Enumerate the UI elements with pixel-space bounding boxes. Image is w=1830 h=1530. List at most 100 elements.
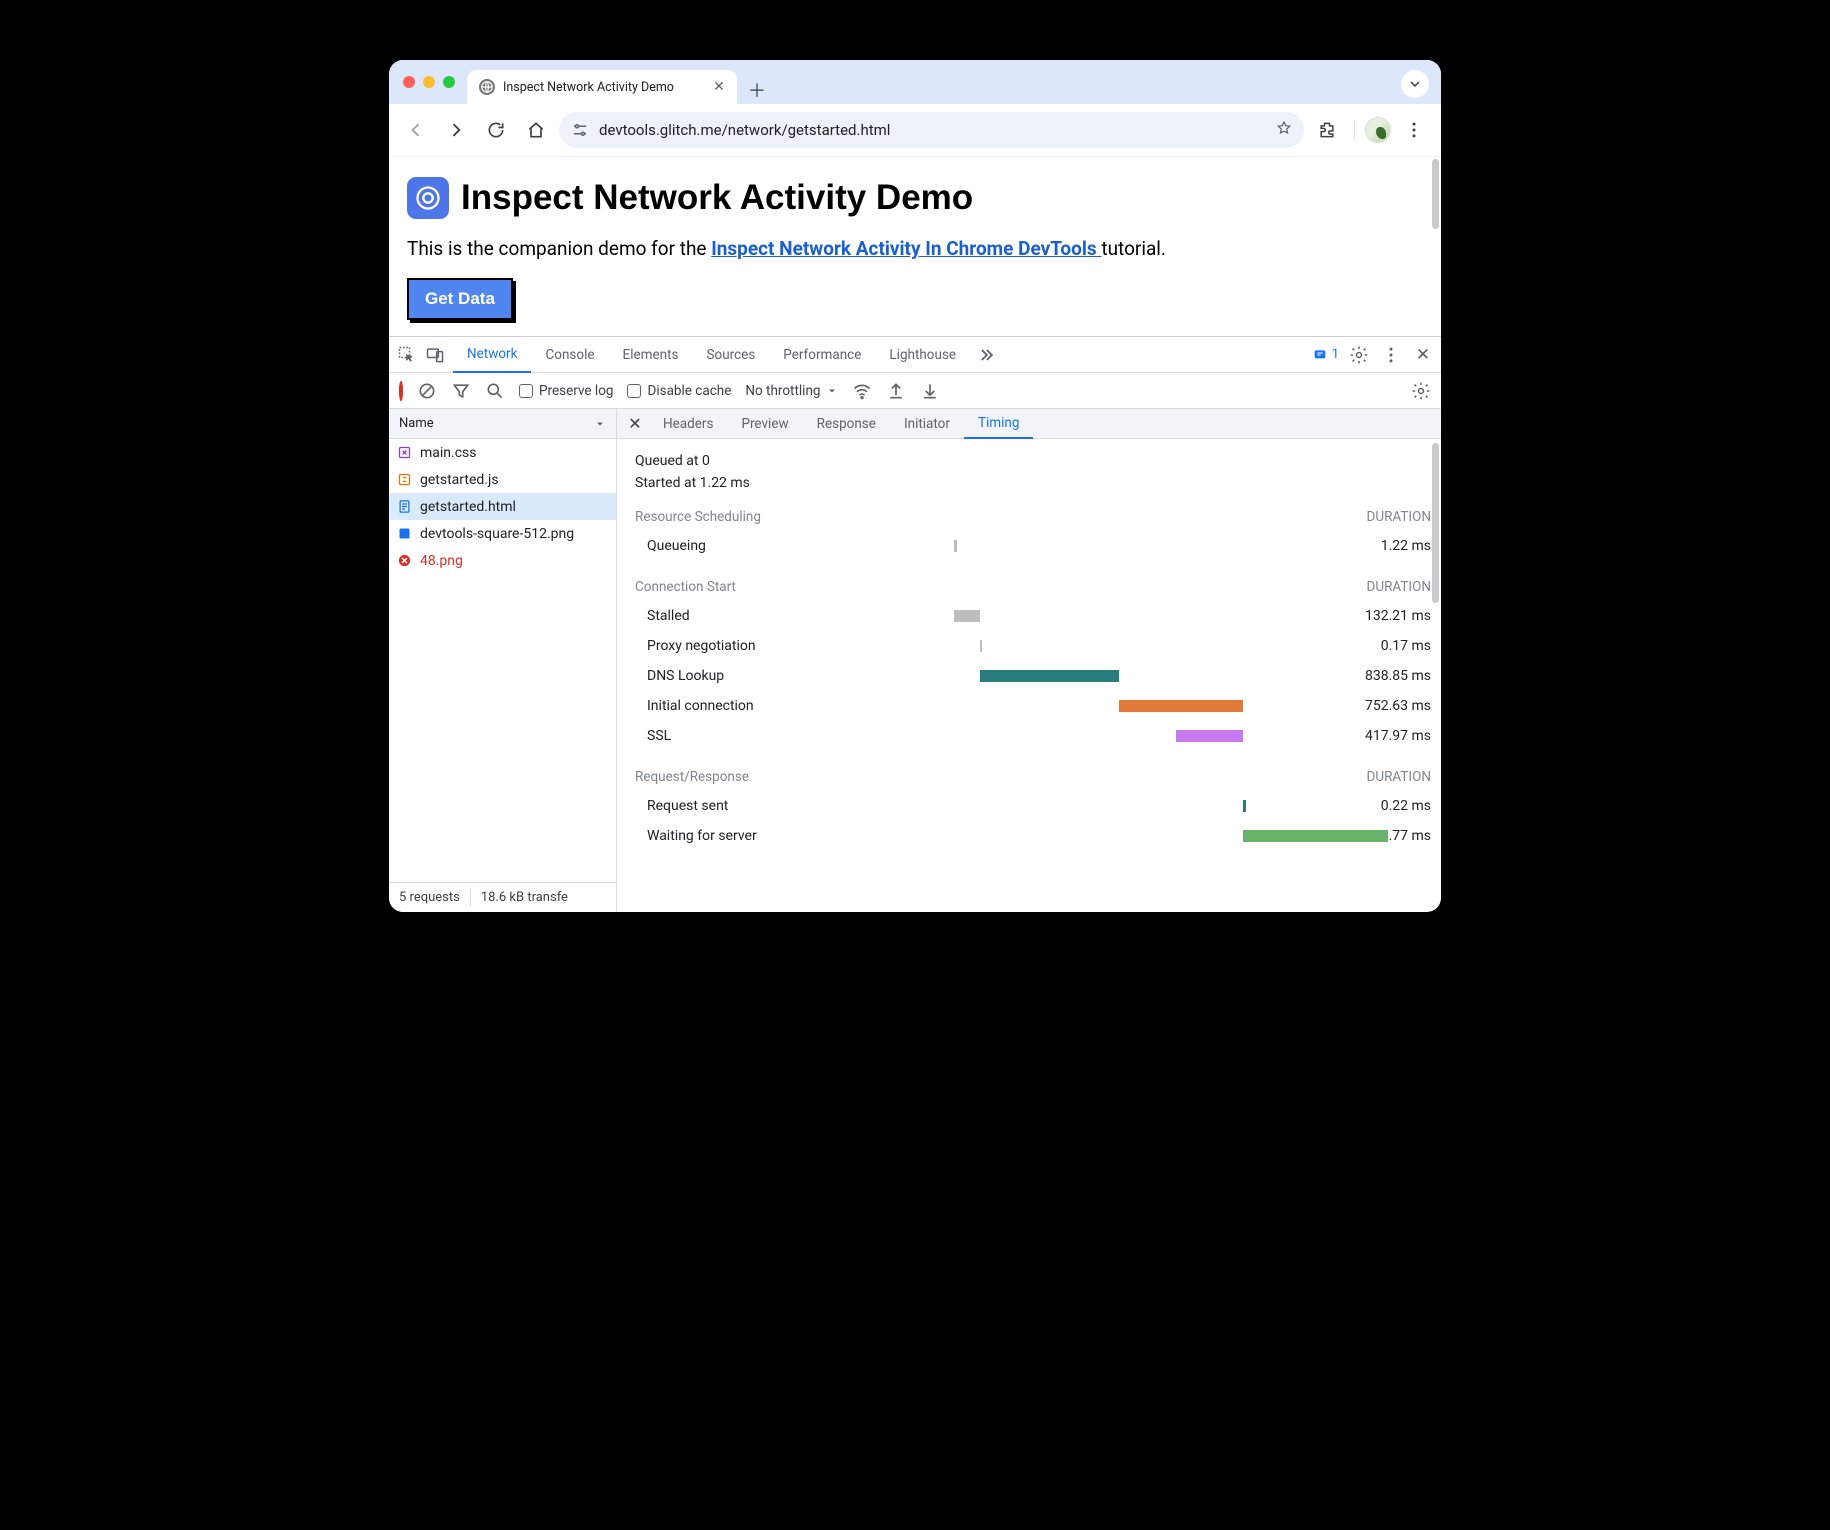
detail-tab-timing[interactable]: Timing: [964, 409, 1034, 439]
devtools-settings-icon[interactable]: [1349, 345, 1369, 365]
timing-duration: 752.63 ms: [1331, 698, 1431, 714]
request-footer: 5 requests 18.6 kB transfe: [389, 882, 616, 912]
disable-cache-checkbox[interactable]: Disable cache: [627, 383, 731, 399]
intro-suffix: tutorial.: [1101, 237, 1166, 260]
timing-bar: [1243, 800, 1246, 812]
forward-button[interactable]: [439, 113, 473, 147]
timing-duration: 838.85 ms: [1331, 668, 1431, 684]
get-data-button[interactable]: Get Data: [407, 278, 513, 320]
timing-panel: Queued at 0 Started at 1.22 ms Resource …: [617, 439, 1441, 912]
chrome-menu-icon[interactable]: [1397, 113, 1431, 147]
close-window-icon[interactable]: [403, 76, 415, 88]
new-tab-button[interactable]: ＋: [743, 76, 771, 104]
profile-avatar[interactable]: [1365, 117, 1391, 143]
tutorial-link[interactable]: Inspect Network Activity In Chrome DevTo…: [711, 237, 1101, 260]
timing-duration: 1.22 ms: [1331, 538, 1431, 554]
timing-label: Request sent: [635, 798, 815, 814]
browser-tab[interactable]: Inspect Network Activity Demo ✕: [467, 70, 737, 104]
duration-header: DURATION: [1366, 509, 1431, 525]
started-at: Started at 1.22 ms: [635, 475, 1431, 491]
request-row[interactable]: 48.png: [389, 547, 616, 574]
request-row[interactable]: main.css: [389, 439, 616, 466]
timing-bar: [954, 610, 980, 622]
address-bar[interactable]: devtools.glitch.me/network/getstarted.ht…: [559, 112, 1304, 148]
timing-scrollbar[interactable]: [1432, 443, 1439, 603]
timing-bar: [1243, 830, 1387, 842]
duration-header: DURATION: [1366, 769, 1431, 785]
filter-icon[interactable]: [451, 381, 471, 401]
request-name: 48.png: [420, 553, 463, 569]
record-button[interactable]: [399, 383, 403, 399]
timing-bar-area: [815, 668, 1331, 684]
timing-bar-area: [815, 608, 1331, 624]
search-icon[interactable]: [485, 381, 505, 401]
maximize-window-icon[interactable]: [443, 76, 455, 88]
devtools-menu-icon[interactable]: [1381, 345, 1401, 365]
detail-tab-initiator[interactable]: Initiator: [890, 409, 964, 439]
import-har-icon[interactable]: [886, 381, 906, 401]
devtools-logo-icon: [407, 177, 449, 219]
timing-bar-area: [815, 638, 1331, 654]
globe-icon: [479, 79, 495, 95]
devtools-tab-performance[interactable]: Performance: [769, 337, 875, 373]
network-conditions-icon[interactable]: [852, 381, 872, 401]
timing-section: Resource SchedulingDURATIONQueueing1.22 …: [635, 509, 1431, 561]
devtools-tab-elements[interactable]: Elements: [609, 337, 693, 373]
page-scrollbar[interactable]: [1432, 159, 1439, 229]
timing-row: Queueing1.22 ms: [635, 531, 1431, 561]
timing-section: Connection StartDURATIONStalled132.21 ms…: [635, 579, 1431, 751]
queued-at: Queued at 0: [635, 453, 1431, 469]
extensions-icon[interactable]: [1310, 113, 1344, 147]
devtools-tab-sources[interactable]: Sources: [692, 337, 769, 373]
timing-duration: 0.22 ms: [1331, 798, 1431, 814]
url-text: devtools.glitch.me/network/getstarted.ht…: [599, 121, 1266, 139]
name-column-header[interactable]: Name: [389, 409, 616, 439]
timing-row: Request sent 0.22 ms: [635, 791, 1431, 821]
page-title: Inspect Network Activity Demo: [461, 178, 973, 218]
minimize-window-icon[interactable]: [423, 76, 435, 88]
timing-row: Proxy negotiation0.17 ms: [635, 631, 1431, 661]
preserve-log-checkbox[interactable]: Preserve log: [519, 383, 613, 399]
devtools-tab-lighthouse[interactable]: Lighthouse: [875, 337, 970, 373]
more-tabs-icon[interactable]: [976, 345, 996, 365]
home-button[interactable]: [519, 113, 553, 147]
timing-label: Initial connection: [635, 698, 815, 714]
transfer-size: 18.6 kB transfe: [471, 890, 578, 905]
bookmark-icon[interactable]: [1276, 120, 1292, 140]
issues-count: 1: [1332, 347, 1339, 362]
tab-strip: Inspect Network Activity Demo ✕ ＋: [389, 60, 1441, 104]
network-settings-icon[interactable]: [1411, 381, 1431, 401]
timing-label: Proxy negotiation: [635, 638, 815, 654]
export-har-icon[interactable]: [920, 381, 940, 401]
throttling-select[interactable]: No throttling: [745, 383, 838, 399]
close-detail-icon[interactable]: ✕: [621, 414, 649, 433]
section-title: Connection Start: [635, 579, 736, 595]
back-button[interactable]: [399, 113, 433, 147]
reload-button[interactable]: [479, 113, 513, 147]
inspect-element-icon[interactable]: [397, 345, 417, 365]
devtools-close-icon[interactable]: ✕: [1413, 345, 1433, 365]
devtools-tab-network[interactable]: Network: [453, 337, 531, 373]
detail-tab-response[interactable]: Response: [803, 409, 890, 439]
timing-row: DNS Lookup838.85 ms: [635, 661, 1431, 691]
site-settings-icon[interactable]: [571, 121, 589, 139]
request-list-panel: Name main.cssgetstarted.jsgetstarted.htm…: [389, 409, 617, 912]
device-toolbar-icon[interactable]: [425, 345, 445, 365]
timing-bar-area: [815, 798, 1331, 814]
issues-badge[interactable]: 1: [1306, 347, 1345, 363]
close-tab-icon[interactable]: ✕: [711, 79, 727, 95]
request-detail-panel: ✕ HeadersPreviewResponseInitiatorTiming …: [617, 409, 1441, 912]
clear-button[interactable]: [417, 381, 437, 401]
request-row[interactable]: devtools-square-512.png: [389, 520, 616, 547]
devtools-tab-console[interactable]: Console: [531, 337, 608, 373]
sort-icon: [594, 418, 606, 430]
detail-tab-preview[interactable]: Preview: [727, 409, 802, 439]
tab-search-button[interactable]: [1401, 70, 1429, 98]
request-row[interactable]: getstarted.html: [389, 493, 616, 520]
detail-tabstrip: ✕ HeadersPreviewResponseInitiatorTiming: [617, 409, 1441, 439]
detail-tab-headers[interactable]: Headers: [649, 409, 727, 439]
request-row[interactable]: getstarted.js: [389, 466, 616, 493]
timing-row: Waiting for server912.77 ms: [635, 821, 1431, 851]
network-toolbar: Preserve log Disable cache No throttling: [389, 373, 1441, 409]
timing-bar-area: [815, 698, 1331, 714]
